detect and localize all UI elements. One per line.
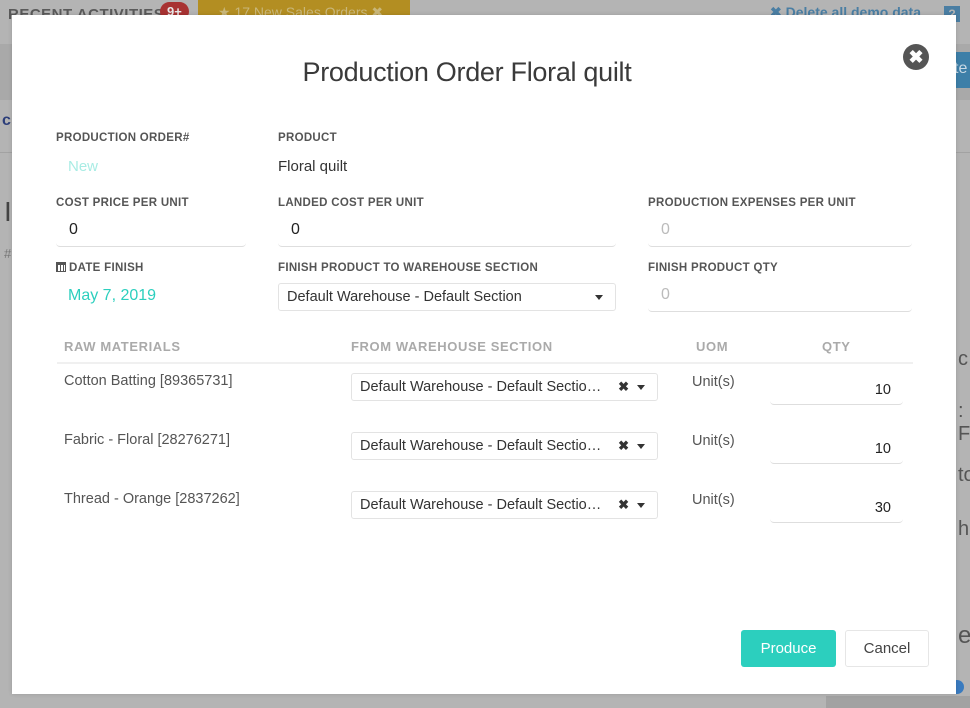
chevron-down-icon: [637, 503, 645, 508]
clear-icon[interactable]: ✖: [618, 379, 629, 395]
clear-icon[interactable]: ✖: [618, 438, 629, 454]
date-finish-label: DATE FINISH: [56, 262, 144, 274]
date-finish-value[interactable]: May 7, 2019: [68, 287, 156, 305]
background-left-snippet: c: [2, 112, 11, 129]
chevron-down-icon: [595, 295, 603, 300]
column-header-raw-materials: RAW MATERIALS: [64, 339, 181, 354]
background-right-snippet: to: [958, 464, 970, 486]
finish-warehouse-selected: Default Warehouse - Default Section: [287, 289, 522, 305]
modal-title: Production Order Floral quilt: [302, 57, 632, 87]
cost-price-label: COST PRICE PER UNIT: [56, 197, 189, 209]
landed-cost-input[interactable]: 0: [278, 215, 616, 247]
production-order-number-value: New: [68, 158, 99, 175]
background-left-snippet: I: [4, 196, 12, 227]
finish-qty-input[interactable]: 0: [648, 280, 912, 312]
background-bottom-bar: [826, 696, 970, 708]
from-warehouse-selected: Default Warehouse - Default Sectio…: [360, 497, 602, 513]
qty-input[interactable]: 10: [770, 373, 903, 405]
production-expenses-input[interactable]: 0: [648, 215, 912, 247]
qty-input[interactable]: 30: [770, 491, 903, 523]
background-right-snippet: h: [958, 518, 970, 540]
calendar-icon: [56, 262, 66, 272]
column-header-warehouse-section: FROM WAREHOUSE SECTION: [351, 339, 553, 354]
production-expenses-label: PRODUCTION EXPENSES PER UNIT: [648, 197, 856, 209]
background-right-snippet: : F: [958, 400, 970, 445]
background-left-snippet: #: [4, 246, 12, 261]
production-order-number-label: PRODUCTION ORDER#: [56, 132, 190, 144]
background-right-snippet: c: [958, 348, 968, 370]
from-warehouse-select[interactable]: Default Warehouse - Default Sectio… ✖: [351, 373, 658, 401]
raw-material-name: Cotton Batting [89365731]: [64, 373, 233, 389]
from-warehouse-selected: Default Warehouse - Default Sectio…: [360, 438, 602, 454]
produce-button[interactable]: Produce: [741, 630, 836, 667]
qty-input[interactable]: 10: [770, 432, 903, 464]
production-order-modal: Production Order Floral quilt ✖ PRODUCTI…: [12, 15, 956, 694]
cancel-button[interactable]: Cancel: [845, 630, 929, 667]
chevron-down-icon: [637, 444, 645, 449]
date-finish-label-text: DATE FINISH: [69, 262, 144, 274]
clear-icon[interactable]: ✖: [618, 497, 629, 513]
finish-qty-label: FINISH PRODUCT QTY: [648, 262, 778, 274]
table-header-divider: [57, 362, 913, 364]
raw-material-name: Thread - Orange [2837262]: [64, 491, 240, 507]
cost-price-input[interactable]: 0: [56, 215, 246, 247]
finish-warehouse-select[interactable]: Default Warehouse - Default Section: [278, 283, 616, 311]
column-header-qty: QTY: [822, 339, 851, 354]
finish-warehouse-label: FINISH PRODUCT TO WAREHOUSE SECTION: [278, 262, 539, 274]
uom-value: Unit(s): [692, 492, 735, 508]
from-warehouse-select[interactable]: Default Warehouse - Default Sectio… ✖: [351, 491, 658, 519]
close-icon[interactable]: ✖: [903, 44, 929, 70]
landed-cost-label: LANDED COST PER UNIT: [278, 197, 424, 209]
product-value: Floral quilt: [278, 158, 348, 175]
raw-material-name: Fabric - Floral [28276271]: [64, 432, 231, 448]
chevron-down-icon: [637, 385, 645, 390]
new-sales-orders-notice: ★ 17 New Sales Orders ✖: [198, 0, 410, 16]
product-label: PRODUCT: [278, 132, 337, 144]
from-warehouse-select[interactable]: Default Warehouse - Default Sectio… ✖: [351, 432, 658, 460]
background-right-snippet: er: [958, 622, 970, 649]
from-warehouse-selected: Default Warehouse - Default Sectio…: [360, 379, 602, 395]
column-header-uom: UOM: [696, 339, 729, 354]
uom-value: Unit(s): [692, 374, 735, 390]
uom-value: Unit(s): [692, 433, 735, 449]
